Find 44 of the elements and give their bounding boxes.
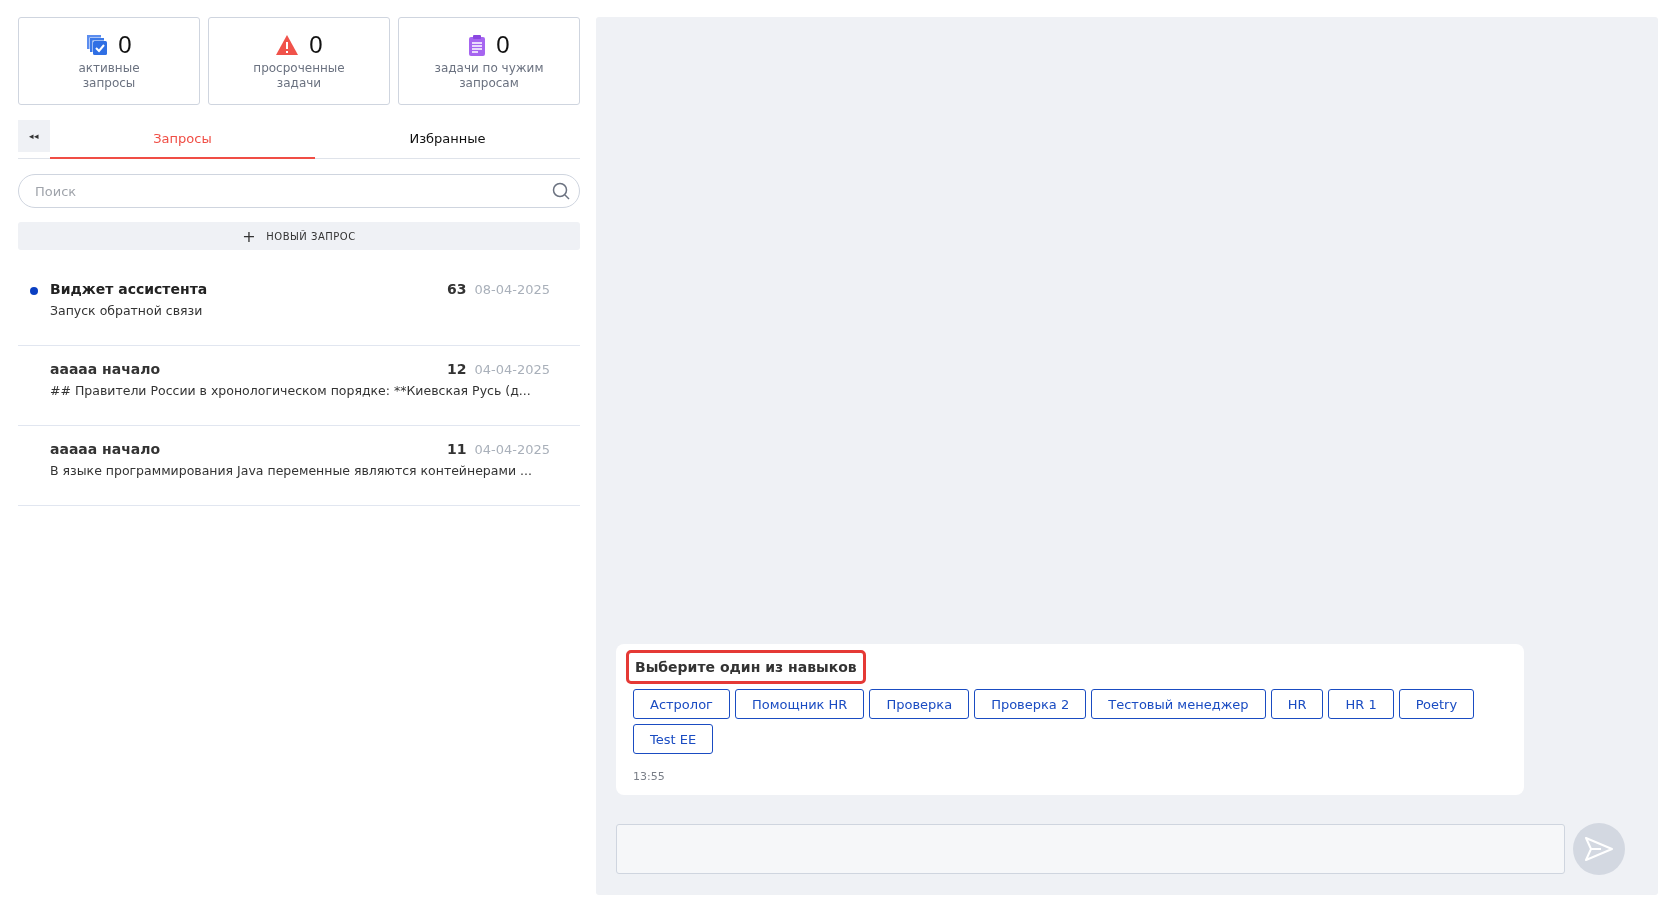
new-request-button[interactable]: + НОВЫЙ ЗАПРОС <box>18 222 580 250</box>
tab[interactable]: Избранные <box>315 120 580 159</box>
skill-button[interactable]: HR <box>1270 689 1324 719</box>
request-date: 08-04-2025 <box>474 282 550 297</box>
request-title: ааааа начало <box>50 441 162 457</box>
request-preview: В языке программирования Java переменные являются контейнерами ... <box>50 463 533 478</box>
skill-button[interactable]: Test EE <box>633 724 714 754</box>
request-title: Виджет ассистента <box>50 281 209 297</box>
checked-documents-icon <box>86 34 109 56</box>
message-title: Выберите один из навыков <box>626 650 866 684</box>
stat-label: активные запросы <box>77 61 141 91</box>
skill-button[interactable]: Проверка 2 <box>974 689 1087 719</box>
skill-button[interactable]: Проверка <box>869 689 970 719</box>
message-input[interactable] <box>616 824 1565 874</box>
request-preview: Запуск обратной связи <box>50 303 204 318</box>
request-date: 04-04-2025 <box>474 362 550 377</box>
request-title: ааааа начало <box>50 361 162 377</box>
stat-value: 0 <box>118 31 132 59</box>
send-icon <box>1584 836 1614 862</box>
message-count: 63 <box>446 281 467 297</box>
message-count: 12 <box>446 361 467 377</box>
skill-button[interactable]: HR 1 <box>1328 689 1394 719</box>
request-date: 04-04-2025 <box>474 442 550 457</box>
request-item[interactable]: ааааа начало 12 04-04-2025 ## Правители России в хронологическом порядке: **Киевская Русь (д... <box>18 346 580 426</box>
collapse-button[interactable]: ◂◂ <box>18 120 50 152</box>
skill-button[interactable]: Тестовый менеджер <box>1091 689 1266 719</box>
stat-value: 0 <box>309 31 323 59</box>
send-button[interactable] <box>1573 823 1625 875</box>
request-preview: ## Правители России в хронологическом порядке: **Киевская Русь (д... <box>50 383 532 398</box>
request-item[interactable]: Виджет ассистента 63 08-04-2025 Запуск обратной связи <box>18 266 580 346</box>
tab[interactable]: Запросы <box>50 120 315 159</box>
request-item[interactable]: ааааа начало 11 04-04-2025 В языке программирования Java переменные являются контейнерами ... <box>18 426 580 506</box>
search-field[interactable]: Поиск <box>18 174 580 208</box>
stat-label: просроченные задачи <box>252 61 346 91</box>
stat-value: 0 <box>496 31 510 59</box>
message-time: 13:55 <box>633 770 666 783</box>
message-count: 11 <box>446 441 467 457</box>
skill-button[interactable]: Астролог <box>633 689 730 719</box>
skill-button[interactable]: Помощник HR <box>734 689 865 719</box>
skill-button[interactable]: Poetry <box>1398 689 1475 719</box>
clipboard-icon <box>468 34 487 56</box>
stat-label: задачи по чужим запросам <box>433 61 545 91</box>
warning-icon <box>275 34 300 56</box>
search-icon <box>552 182 570 200</box>
